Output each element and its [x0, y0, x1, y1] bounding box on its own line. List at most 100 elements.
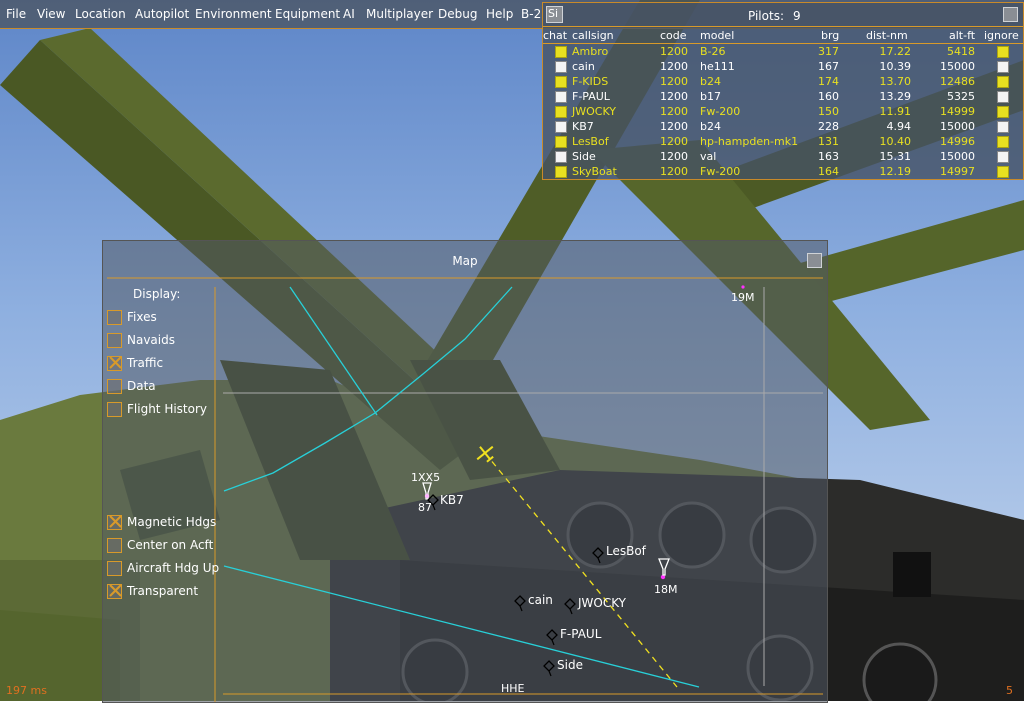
- pilot-brg: 174: [818, 75, 839, 88]
- ignore-checkbox[interactable]: [997, 151, 1009, 163]
- option-checkbox[interactable]: [107, 310, 122, 325]
- ignore-checkbox[interactable]: [997, 91, 1009, 103]
- pilot-alt: 14999: [940, 105, 975, 118]
- traffic-heading-tick: [548, 670, 552, 677]
- traffic-diamond-icon[interactable]: [564, 598, 576, 610]
- pilot-dist: 4.94: [886, 120, 912, 133]
- pilots-count: 9: [793, 9, 801, 23]
- pilot-model: b24: [700, 75, 721, 88]
- option-label: Traffic: [127, 356, 164, 370]
- kb7-fix-id: 1XX5: [411, 471, 441, 484]
- check-x-icon: [109, 584, 122, 597]
- ignore-checkbox[interactable]: [997, 46, 1009, 58]
- map-canvas[interactable]: [103, 241, 827, 702]
- traffic-diamond-icon[interactable]: [546, 629, 558, 641]
- traffic-diamond-icon[interactable]: [514, 595, 526, 607]
- ignore-checkbox[interactable]: [997, 76, 1009, 88]
- pilot-callsign: SkyBoat: [572, 165, 617, 178]
- menu-file[interactable]: File: [6, 7, 26, 21]
- option-checkbox[interactable]: [107, 356, 122, 371]
- menu-autopilot[interactable]: Autopilot: [135, 7, 189, 21]
- option-checkbox[interactable]: [107, 379, 122, 394]
- ignore-checkbox[interactable]: [997, 166, 1009, 178]
- airport-icon-18m: [658, 558, 670, 576]
- chat-checkbox[interactable]: [555, 166, 567, 178]
- pilot-row: F-KIDS 1200 b24 174 13.70 12486: [543, 74, 1023, 89]
- menu-aircraft[interactable]: B-2: [521, 7, 541, 21]
- traffic-diamond-icon[interactable]: [543, 660, 555, 672]
- frame-time-readout: 197 ms: [6, 684, 47, 697]
- col-brg: brg: [821, 29, 840, 42]
- pilot-code: 1200: [660, 90, 688, 103]
- map-close-button[interactable]: [807, 253, 822, 268]
- option-label: Data: [127, 379, 156, 393]
- pilot-callsign: F-KIDS: [572, 75, 609, 88]
- pilot-dist: 13.70: [879, 75, 912, 88]
- chat-checkbox[interactable]: [555, 61, 567, 73]
- pilot-row: SkyBoat 1200 Fw-200 164 12.19 14997: [543, 164, 1023, 179]
- menu-debug[interactable]: Debug: [438, 7, 477, 21]
- chat-checkbox[interactable]: [555, 136, 567, 148]
- ignore-checkbox[interactable]: [997, 121, 1009, 133]
- col-ignore: ignore: [984, 29, 1019, 42]
- pilot-code: 1200: [660, 105, 688, 118]
- menu-location[interactable]: Location: [75, 7, 126, 21]
- pilot-row: JWOCKY 1200 Fw-200 150 11.91 14999: [543, 104, 1023, 119]
- si-button[interactable]: Si: [546, 6, 563, 23]
- pilot-model: hp-hampden-mk1: [700, 135, 799, 148]
- pilot-dist: 15.31: [879, 150, 912, 163]
- chat-checkbox[interactable]: [555, 121, 567, 133]
- pilot-alt: 12486: [940, 75, 975, 88]
- col-alt: alt-ft: [949, 29, 976, 42]
- option-checkbox[interactable]: [107, 561, 122, 576]
- pilot-alt: 15000: [940, 60, 975, 73]
- option-checkbox[interactable]: [107, 333, 122, 348]
- ignore-checkbox[interactable]: [997, 106, 1009, 118]
- chat-checkbox[interactable]: [555, 91, 567, 103]
- traffic-label: cain: [528, 593, 553, 607]
- option-label: Flight History: [127, 402, 208, 416]
- map-title: Map: [452, 254, 478, 268]
- fix-marker-19m: [741, 285, 745, 289]
- option-checkbox[interactable]: [107, 538, 122, 553]
- pilot-callsign: F-PAUL: [572, 90, 610, 103]
- menu-view[interactable]: View: [37, 7, 65, 21]
- pilot-row: KB7 1200 b24 228 4.94 15000: [543, 119, 1023, 134]
- menu-environment[interactable]: Environment: [195, 7, 272, 21]
- option-label: Transparent: [127, 584, 199, 598]
- pilots-close-button[interactable]: [1003, 7, 1018, 22]
- traffic-label: F-PAUL: [560, 627, 602, 641]
- traffic-heading-tick: [432, 504, 436, 511]
- chat-checkbox[interactable]: [555, 46, 567, 58]
- pilot-alt: 14997: [940, 165, 975, 178]
- pilot-dist: 12.19: [879, 165, 912, 178]
- chat-checkbox[interactable]: [555, 151, 567, 163]
- traffic-diamond-icon[interactable]: [592, 547, 604, 559]
- option-checkbox[interactable]: [107, 515, 122, 530]
- pilot-dist: 13.29: [879, 90, 912, 103]
- traffic-heading-tick: [519, 605, 523, 612]
- chat-checkbox[interactable]: [555, 76, 567, 88]
- pilot-model: B-26: [700, 45, 726, 58]
- pilot-alt: 14996: [940, 135, 975, 148]
- pilot-alt: 5325: [947, 90, 975, 103]
- pilot-code: 1200: [660, 165, 688, 178]
- pilot-model: b24: [700, 120, 721, 133]
- menu-equipment[interactable]: Equipment: [275, 7, 340, 21]
- map-window: Map Display: Fixes Navaids Traffic Data Flig…: [102, 240, 828, 703]
- option-checkbox[interactable]: [107, 584, 122, 599]
- option-checkbox[interactable]: [107, 402, 122, 417]
- traffic-label: KB7: [440, 493, 464, 507]
- menu-help[interactable]: Help: [486, 7, 513, 21]
- chat-checkbox[interactable]: [555, 106, 567, 118]
- ignore-checkbox[interactable]: [997, 136, 1009, 148]
- menu-multiplayer[interactable]: Multiplayer: [366, 7, 433, 21]
- traffic-label: LesBof: [606, 544, 646, 558]
- check-x-icon: [109, 515, 122, 528]
- pilot-callsign: KB7: [572, 120, 594, 133]
- menu-ai[interactable]: AI: [343, 7, 355, 21]
- pilot-model: Fw-200: [700, 105, 741, 118]
- pilot-dist: 10.40: [879, 135, 912, 148]
- pilot-dist: 10.39: [879, 60, 912, 73]
- ignore-checkbox[interactable]: [997, 61, 1009, 73]
